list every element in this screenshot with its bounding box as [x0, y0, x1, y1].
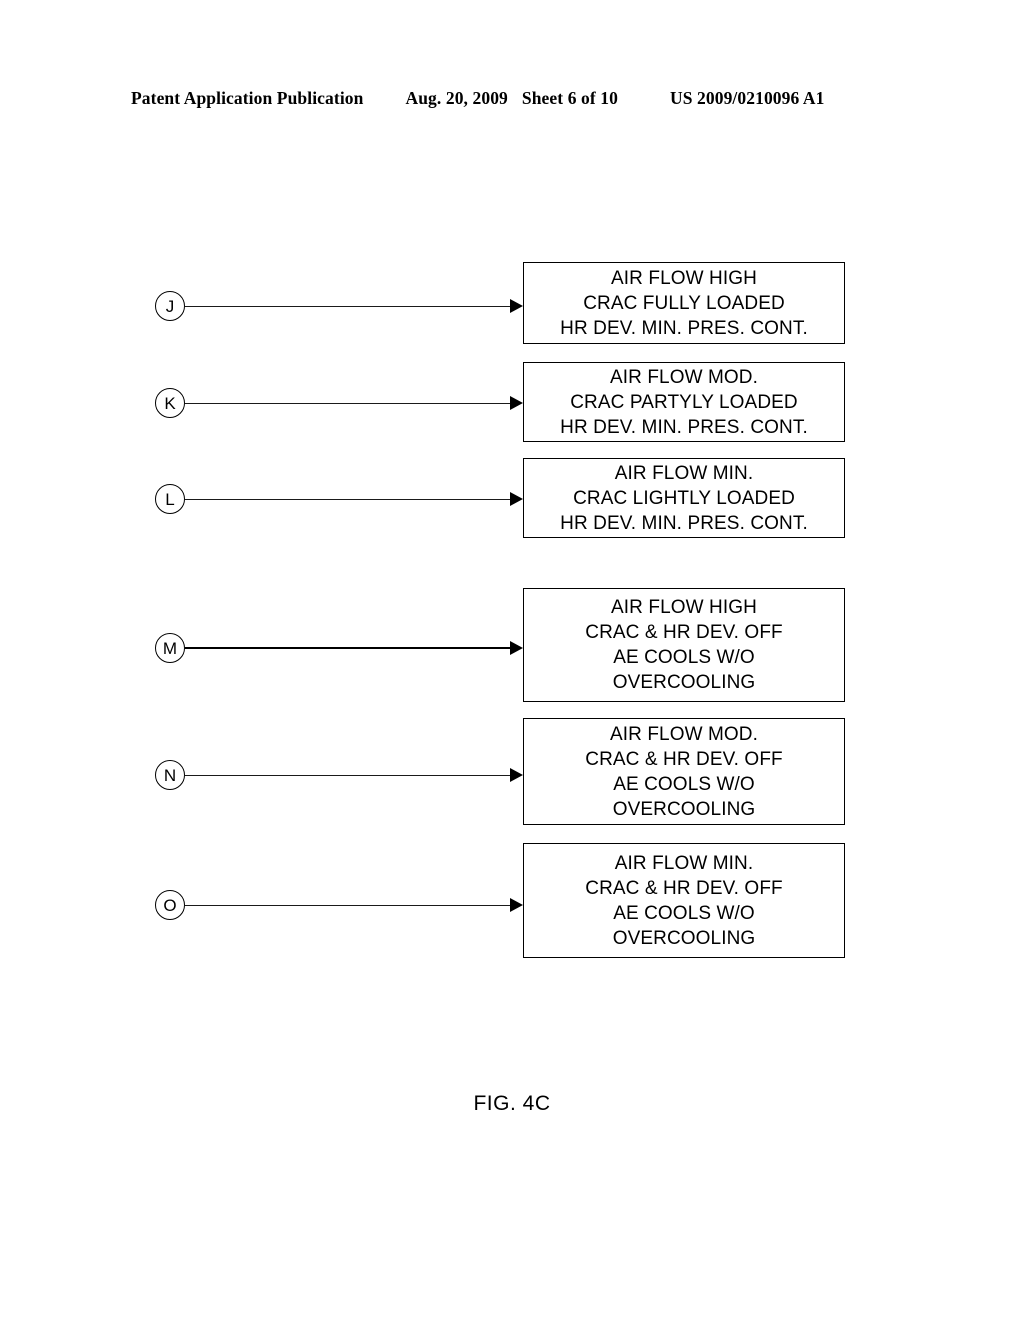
connector-line-m: [185, 647, 512, 650]
state-box-j: AIR FLOW HIGH CRAC FULLY LOADED HR DEV. …: [523, 262, 845, 344]
state-box-l-line-2: CRAC LIGHTLY LOADED: [573, 487, 795, 509]
state-box-m-line-1: AIR FLOW HIGH: [611, 597, 757, 618]
node-tag-j: J: [155, 291, 185, 321]
state-box-m-line-3: AE COOLS W/O: [613, 647, 755, 668]
state-box-l-line-3: HR DEV. MIN. PRES. CONT.: [560, 512, 808, 534]
state-box-l-line-1: AIR FLOW MIN.: [614, 462, 754, 484]
connector-line-o: [185, 904, 512, 906]
state-box-n-line-1: AIR FLOW MOD.: [609, 723, 759, 745]
node-tag-o-label: O: [163, 895, 177, 915]
state-box-k-line-3: HR DEV. MIN. PRES. CONT.: [560, 416, 808, 438]
state-box-n-line-2: CRAC & HR DEV. OFF: [585, 748, 783, 770]
state-box-n-line-4: OVERCOOLING: [612, 798, 756, 820]
state-box-j-line-3: HR DEV. MIN. PRES. CONT.: [560, 317, 808, 339]
state-box-m: AIR FLOW HIGH CRAC & HR DEV. OFF AE COOL…: [523, 588, 845, 702]
state-box-o-line-4: OVERCOOLING: [612, 927, 756, 949]
state-box-m-line-2: CRAC & HR DEV. OFF: [585, 622, 783, 643]
state-box-j-line-1: AIR FLOW HIGH: [611, 267, 757, 289]
state-box-k: AIR FLOW MOD. CRAC PARTYLY LOADED HR DEV…: [523, 362, 845, 442]
node-tag-m-label: M: [162, 638, 178, 658]
state-box-n-line-3: AE COOLS W/O: [613, 773, 755, 795]
connector-line-l: [185, 498, 512, 500]
state-box-k-line-2: CRAC PARTYLY LOADED: [570, 391, 798, 413]
node-tag-k: K: [155, 388, 185, 418]
connector-line-n: [185, 774, 512, 776]
state-box-j-line-2: CRAC FULLY LOADED: [583, 292, 785, 314]
state-box-m-line-4: OVERCOOLING: [612, 672, 756, 693]
arrowhead-icon-l: [510, 492, 523, 506]
arrowhead-icon-o: [510, 898, 523, 912]
state-box-o-line-2: CRAC & HR DEV. OFF: [585, 877, 783, 899]
arrowhead-icon-k: [510, 396, 523, 410]
figure-caption: FIG. 4C: [473, 1092, 551, 1115]
node-tag-l-label: L: [165, 489, 175, 509]
arrowhead-icon-n: [510, 768, 523, 782]
state-box-l: AIR FLOW MIN. CRAC LIGHTLY LOADED HR DEV…: [523, 458, 845, 538]
node-tag-j-label: J: [165, 296, 175, 316]
state-box-o-line-3: AE COOLS W/O: [613, 902, 755, 924]
state-box-o-line-1: AIR FLOW MIN.: [614, 852, 754, 874]
state-box-o: AIR FLOW MIN. CRAC & HR DEV. OFF AE COOL…: [523, 843, 845, 958]
state-box-n: AIR FLOW MOD. CRAC & HR DEV. OFF AE COOL…: [523, 718, 845, 825]
arrowhead-icon-m: [510, 641, 523, 655]
connector-line-k: [185, 402, 512, 404]
node-tag-o: O: [155, 890, 185, 920]
node-tag-m: M: [155, 633, 185, 663]
node-tag-n: N: [155, 760, 185, 790]
figure-4c-diagram: J AIR FLOW HIGH CRAC FULLY LOADED HR DEV…: [0, 0, 1024, 1320]
arrowhead-icon-j: [510, 299, 523, 313]
connector-line-j: [185, 305, 512, 307]
node-tag-n-label: N: [163, 765, 177, 785]
node-tag-k-label: K: [164, 393, 176, 413]
state-box-k-line-1: AIR FLOW MOD.: [609, 366, 759, 388]
node-tag-l: L: [155, 484, 185, 514]
